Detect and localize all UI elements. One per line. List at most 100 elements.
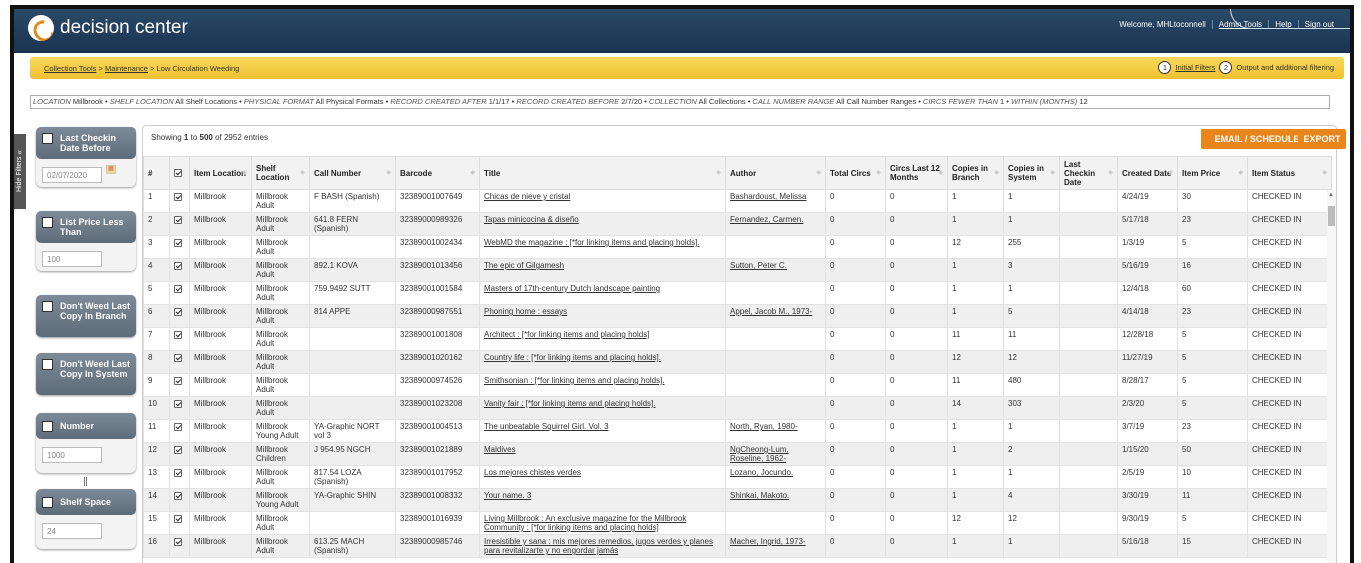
row-checkbox[interactable] bbox=[174, 515, 182, 523]
filter-checkbox[interactable] bbox=[42, 301, 53, 312]
filter-separator: • bbox=[102, 97, 110, 106]
row-checkbox[interactable] bbox=[174, 239, 182, 247]
row-checkbox[interactable] bbox=[174, 285, 182, 293]
title-link[interactable]: The unbeatable Squirrel Girl. Vol. 3 bbox=[484, 422, 609, 431]
sort-icon[interactable]: ◆ bbox=[938, 169, 943, 178]
author-link[interactable]: Appel, Jacob M., 1973- bbox=[730, 307, 812, 316]
row-checkbox[interactable] bbox=[174, 423, 182, 431]
row-checkbox[interactable] bbox=[174, 400, 182, 408]
title-link[interactable]: Irresistible y sana : mis mejores remedi… bbox=[484, 537, 713, 555]
title-link[interactable]: Los mejores chistes verdes bbox=[484, 468, 581, 477]
title-link[interactable]: Your name. 3 bbox=[484, 491, 531, 500]
scrollbar-thumb[interactable] bbox=[1328, 206, 1335, 226]
vertical-scrollbar[interactable]: ▲ bbox=[1327, 190, 1336, 563]
column-header[interactable]: Item Location ◆ bbox=[189, 156, 252, 190]
row-checkbox[interactable] bbox=[174, 469, 182, 477]
sort-icon[interactable]: ◆ bbox=[816, 169, 821, 178]
sort-icon[interactable]: ◆ bbox=[300, 169, 305, 178]
title-link[interactable]: WebMD the magazine : [*for linking items… bbox=[484, 238, 700, 247]
row-checkbox[interactable] bbox=[174, 354, 182, 362]
title-link[interactable]: Tapas minicocina & diseño bbox=[484, 215, 579, 224]
sort-icon[interactable]: ◆ bbox=[470, 169, 475, 178]
column-header[interactable]: Circs Last 12 Months ◆ bbox=[885, 156, 948, 190]
number-input[interactable]: 1000 bbox=[42, 447, 102, 463]
hide-filters-tab[interactable]: Hide Filters « bbox=[14, 134, 26, 209]
title-link[interactable]: Maldives bbox=[484, 445, 516, 454]
filter-checkbox[interactable] bbox=[42, 359, 53, 370]
author-link[interactable]: Macher, Ingrid, 1973- bbox=[730, 537, 806, 546]
column-header[interactable]: Item Price ◆ bbox=[1177, 156, 1248, 190]
column-header[interactable]: Call Number ◆ bbox=[309, 156, 396, 190]
breadcrumb-maintenance[interactable]: Maintenance bbox=[105, 64, 148, 73]
list-price-input[interactable]: 100 bbox=[42, 251, 102, 267]
select-all-header[interactable] bbox=[169, 156, 190, 190]
title-link[interactable]: Vanity fair : [*for linking items and pl… bbox=[484, 399, 656, 408]
email-schedule-button[interactable]: EMAIL / SCHEDULE bbox=[1201, 129, 1313, 149]
column-header[interactable]: Barcode ◆ bbox=[395, 156, 480, 190]
title-link[interactable]: Chicas de nieve y cristal bbox=[484, 192, 570, 201]
breadcrumb-collection-tools[interactable]: Collection Tools bbox=[44, 64, 96, 73]
title-link[interactable]: Masters of 17th-century Dutch landscape … bbox=[484, 284, 660, 293]
title-link[interactable]: Architect : [*for linking items and plac… bbox=[484, 330, 649, 339]
shelf-space-input[interactable]: 24 bbox=[42, 523, 102, 539]
author-link[interactable]: Lozano, Jocundo. bbox=[730, 468, 793, 477]
item-price-cell: 11 bbox=[1177, 488, 1248, 512]
title-link[interactable]: Smithsonian : [*for linking items and pl… bbox=[484, 376, 665, 385]
last-checkin-date-input[interactable]: 02/07/2020 bbox=[42, 167, 102, 183]
export-button[interactable]: EXPORT bbox=[1298, 129, 1346, 149]
title-cell: Your name. 3 bbox=[479, 488, 726, 512]
app-logo[interactable]: decision center bbox=[28, 15, 188, 41]
row-checkbox[interactable] bbox=[174, 331, 182, 339]
breadcrumb-separator: > bbox=[98, 63, 103, 73]
column-header[interactable]: Author ◆ bbox=[725, 156, 826, 190]
calendar-icon[interactable]: ▦ bbox=[106, 165, 116, 174]
scroll-up-icon[interactable]: ▲ bbox=[1328, 192, 1334, 198]
step-initial-filters-link[interactable]: Initial Filters bbox=[1175, 63, 1215, 72]
sort-icon[interactable]: ◆ bbox=[1108, 169, 1113, 178]
author-link[interactable]: Shinkai, Makoto. bbox=[730, 491, 789, 500]
row-checkbox[interactable] bbox=[174, 216, 182, 224]
column-header[interactable]: Copies in Branch ◆ bbox=[947, 156, 1004, 190]
column-header[interactable]: Last Checkin Date ◆ bbox=[1059, 156, 1118, 190]
sort-icon[interactable]: ◆ bbox=[716, 169, 721, 178]
column-header[interactable]: Created Date ◆ bbox=[1117, 156, 1178, 190]
filter-checkbox[interactable] bbox=[42, 133, 53, 144]
title-link[interactable]: Living Millbrook : An exclusive magazine… bbox=[484, 514, 686, 532]
select-all-checkbox[interactable] bbox=[174, 169, 182, 177]
row-checkbox[interactable] bbox=[174, 262, 182, 270]
author-link[interactable]: Bashardoust, Melissa bbox=[730, 192, 806, 201]
author-link[interactable]: North, Ryan, 1980- bbox=[730, 422, 798, 431]
title-link[interactable]: The epic of Gilgamesh bbox=[484, 261, 564, 270]
filter-checkbox[interactable] bbox=[42, 217, 53, 228]
sort-icon[interactable]: ◆ bbox=[876, 169, 881, 178]
row-checkbox[interactable] bbox=[174, 377, 182, 385]
title-link[interactable]: Phoning home : essays bbox=[484, 307, 567, 316]
column-header[interactable]: Copies in System ◆ bbox=[1003, 156, 1060, 190]
sort-icon[interactable]: ◆ bbox=[1238, 169, 1243, 178]
row-checkbox[interactable] bbox=[174, 446, 182, 454]
author-link[interactable]: Sutton, Peter C. bbox=[730, 261, 787, 270]
sort-icon[interactable]: ◆ bbox=[1322, 169, 1327, 178]
drag-handle-icon[interactable] bbox=[84, 477, 87, 486]
column-header[interactable]: Title ◆ bbox=[479, 156, 726, 190]
item-status-cell: CHECKED IN bbox=[1247, 373, 1332, 397]
filter-checkbox[interactable] bbox=[42, 421, 53, 432]
sort-icon[interactable]: ◆ bbox=[994, 169, 999, 178]
filter-checkbox[interactable] bbox=[42, 497, 53, 508]
column-header[interactable]: Total Circs ◆ bbox=[825, 156, 886, 190]
column-header[interactable]: Item Status ◆ bbox=[1247, 156, 1332, 190]
column-header[interactable]: # bbox=[143, 156, 170, 190]
sort-icon[interactable]: ◆ bbox=[1050, 169, 1055, 178]
row-checkbox[interactable] bbox=[174, 193, 182, 201]
author-link[interactable]: Fernandez, Carmen. bbox=[730, 215, 803, 224]
row-checkbox[interactable] bbox=[174, 492, 182, 500]
sort-icon[interactable]: ◆ bbox=[242, 169, 247, 178]
sort-icon[interactable]: ◆ bbox=[386, 169, 391, 178]
column-header[interactable]: Shelf Location ◆ bbox=[251, 156, 310, 190]
sort-icon[interactable]: ◆ bbox=[1168, 169, 1173, 178]
row-checkbox[interactable] bbox=[174, 538, 182, 546]
total-circs-cell: 0 bbox=[825, 350, 886, 374]
title-link[interactable]: Country life : [*for linking items and p… bbox=[484, 353, 661, 362]
author-link[interactable]: NgCheong-Lum, Roseline, 1962- bbox=[730, 445, 789, 463]
row-checkbox[interactable] bbox=[174, 308, 182, 316]
